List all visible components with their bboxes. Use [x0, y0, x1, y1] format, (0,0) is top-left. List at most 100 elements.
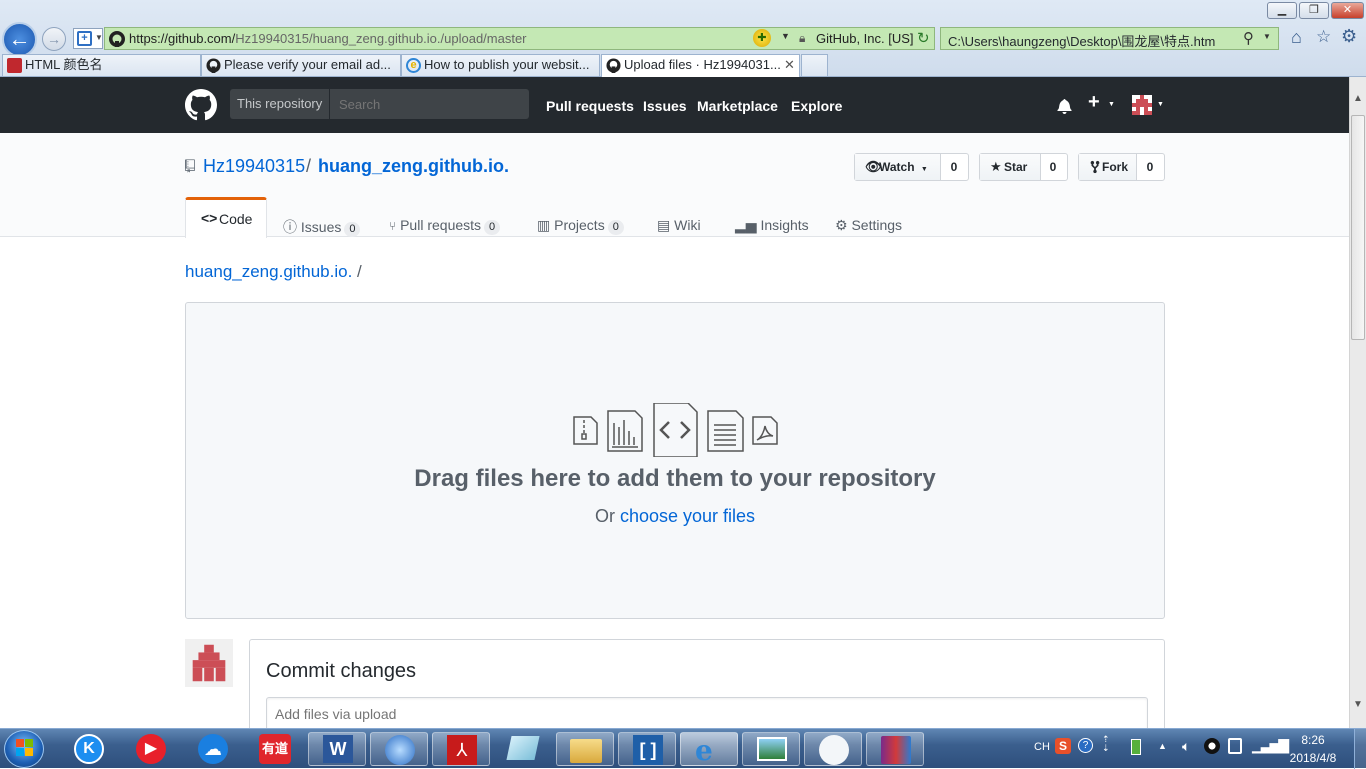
plus-icon[interactable]: + [1088, 91, 1100, 114]
search-box[interactable]: C:\Users\haungzeng\Desktop\围龙屋\特点.htm ⚲ … [940, 27, 1279, 50]
watch-button[interactable]: 👁︎ Watch ▼ [855, 154, 941, 180]
taskbar-app-youdao[interactable]: 有道 [246, 732, 304, 766]
tab-wiki-label: Wiki [674, 217, 701, 233]
usb-device-icon[interactable] [1228, 738, 1242, 754]
show-desktop-button[interactable] [1354, 729, 1366, 769]
player-icon: ▶ [136, 734, 166, 764]
sogou-ime-icon[interactable]: S [1055, 738, 1071, 754]
battery-icon[interactable] [1131, 739, 1141, 755]
github-favicon-icon [606, 58, 621, 73]
compat-view-button[interactable]: + ▼ [73, 28, 103, 49]
breadcrumb-repo-link[interactable]: huang_zeng.github.io. [185, 262, 352, 281]
close-window-button[interactable]: ✕ [1331, 2, 1364, 19]
scrollbar-thumb[interactable] [1351, 115, 1365, 340]
taskbar-app-winrar[interactable] [866, 732, 924, 766]
search-dropdown-icon[interactable]: ▼ [1263, 32, 1271, 41]
choose-files-link[interactable]: choose your files [620, 506, 755, 526]
browser-tab-upload-files[interactable]: Upload files · Hz1994031... ✕ [601, 54, 800, 77]
ime-options-icon[interactable]: ⇡ ⇣ [1102, 735, 1110, 753]
projects-counter: 0 [607, 220, 624, 235]
close-tab-icon[interactable]: ✕ [784, 55, 795, 75]
compat-badge-icon: ✚ [753, 29, 771, 47]
taskbar-app-notes[interactable] [494, 732, 552, 766]
refresh-icon[interactable]: ↻ [917, 29, 930, 47]
header-search-input[interactable] [331, 89, 529, 119]
forward-button[interactable]: → [42, 27, 66, 51]
browser-tab-html-colors[interactable]: HTML 颜色名 [2, 54, 201, 76]
browser-tab-verify-email[interactable]: Please verify your email ad... [201, 54, 401, 76]
home-icon[interactable]: ⌂ [1291, 27, 1302, 48]
search-icon[interactable]: ⚲ [1243, 29, 1254, 47]
repo-owner-link[interactable]: Hz19940315 [203, 156, 305, 177]
taskbar-app-network[interactable] [370, 732, 428, 766]
tab-settings[interactable]: ⚙ Settings [835, 217, 902, 234]
github-header: This repository Pull requests Issues Mar… [0, 77, 1349, 133]
repo-name-link[interactable]: huang_zeng.github.io. [318, 156, 509, 177]
taskbar-app-word[interactable]: W [308, 732, 366, 766]
qq-tray-icon[interactable] [1204, 738, 1220, 754]
show-hidden-icons[interactable]: ▲ [1158, 741, 1167, 751]
taskbar-app-ie[interactable]: e [680, 732, 738, 767]
taskbar-app-cloud[interactable]: ☁ [184, 732, 242, 766]
new-tab-button[interactable] [801, 54, 828, 76]
nav-pull-requests[interactable]: Pull requests [546, 98, 634, 114]
favorites-star-icon[interactable]: ☆ [1316, 27, 1331, 47]
back-button[interactable]: ← [2, 22, 37, 57]
page-scrollbar[interactable]: ▲ ▼ [1349, 77, 1366, 728]
commit-summary-input[interactable] [266, 697, 1148, 731]
taskbar-app-photos[interactable] [742, 732, 800, 766]
taskbar-app-player[interactable]: ▶ [122, 732, 180, 766]
maximize-button[interactable]: ❐ [1299, 2, 1329, 19]
bell-icon[interactable] [1057, 98, 1072, 114]
star-button[interactable]: ★ Star [980, 154, 1041, 180]
taskbar-app-brackets[interactable]: [ ] [618, 732, 676, 766]
tab-projects-label: Projects [554, 217, 605, 233]
scroll-up-arrow-icon[interactable]: ▲ [1353, 93, 1363, 104]
tab-label: Upload files · Hz1994031... [624, 57, 781, 72]
fork-button[interactable]: Fork [1079, 154, 1137, 180]
minimize-button[interactable]: ▁ [1267, 2, 1297, 19]
tab-issues[interactable]: ⓘ Issues 0 [283, 217, 361, 237]
help-icon[interactable]: ? [1078, 738, 1093, 753]
browser-tab-publish-website[interactable]: e How to publish your websit... [401, 54, 600, 76]
chevron-down-icon[interactable]: ▼ [1157, 101, 1164, 108]
certificate-label[interactable]: GitHub, Inc. [US] [816, 31, 914, 46]
taskbar-app-kugou[interactable]: K [60, 732, 118, 766]
scroll-down-arrow-icon[interactable]: ▼ [1353, 699, 1363, 710]
chevron-down-icon[interactable]: ▼ [1108, 101, 1115, 108]
taskbar-app-explorer[interactable] [556, 732, 614, 766]
github-logo-icon[interactable] [185, 89, 217, 121]
taskbar-app-acrobat[interactable]: ⅄ [432, 732, 490, 766]
nav-marketplace[interactable]: Marketplace [697, 98, 778, 114]
tab-projects[interactable]: ▥ Projects 0 [537, 217, 624, 235]
clock-time[interactable]: 8:26 [1276, 733, 1350, 747]
cloud-icon: ☁ [198, 734, 228, 764]
tab-pull-requests[interactable]: ⑂ Pull requests 0 [389, 217, 501, 235]
tab-settings-label: Settings [851, 217, 903, 233]
watch-count[interactable]: 0 [940, 154, 968, 180]
clock-date[interactable]: 2018/4/8 [1276, 751, 1350, 765]
start-button[interactable] [4, 730, 44, 768]
archive-icon [881, 736, 911, 764]
tab-code[interactable]: <> Code [185, 197, 267, 238]
nav-explore[interactable]: Explore [791, 98, 842, 114]
address-bar[interactable]: https://github.com/Hz19940315/huang_zeng… [104, 27, 935, 50]
repo-header: Hz19940315 / huang_zeng.github.io. 👁︎ Wa… [0, 133, 1349, 238]
input-language-indicator[interactable]: CH [1034, 741, 1050, 753]
taskbar-app-qq[interactable] [804, 732, 862, 766]
url-path: Hz19940315/huang_zeng.github.io./upload/… [235, 31, 527, 46]
star-count[interactable]: 0 [1039, 154, 1067, 180]
address-dropdown-icon[interactable]: ▼ [781, 31, 790, 41]
header-search-form[interactable]: This repository [230, 89, 529, 119]
settings-gear-icon[interactable]: ⚙ [1341, 26, 1357, 47]
tab-wiki[interactable]: ▤ Wiki [657, 217, 701, 234]
fork-count[interactable]: 0 [1136, 154, 1164, 180]
user-avatar[interactable] [1132, 95, 1152, 115]
tab-insights[interactable]: ▂▅ Insights [735, 217, 809, 234]
upload-dropzone[interactable]: Drag files here to add them to your repo… [185, 302, 1165, 619]
kugou-icon: K [74, 734, 104, 764]
nav-issues[interactable]: Issues [643, 98, 687, 114]
volume-icon[interactable]: 🔈︎ [1182, 738, 1190, 755]
ie-icon: e [695, 734, 713, 767]
brackets-icon: [ ] [633, 735, 663, 765]
